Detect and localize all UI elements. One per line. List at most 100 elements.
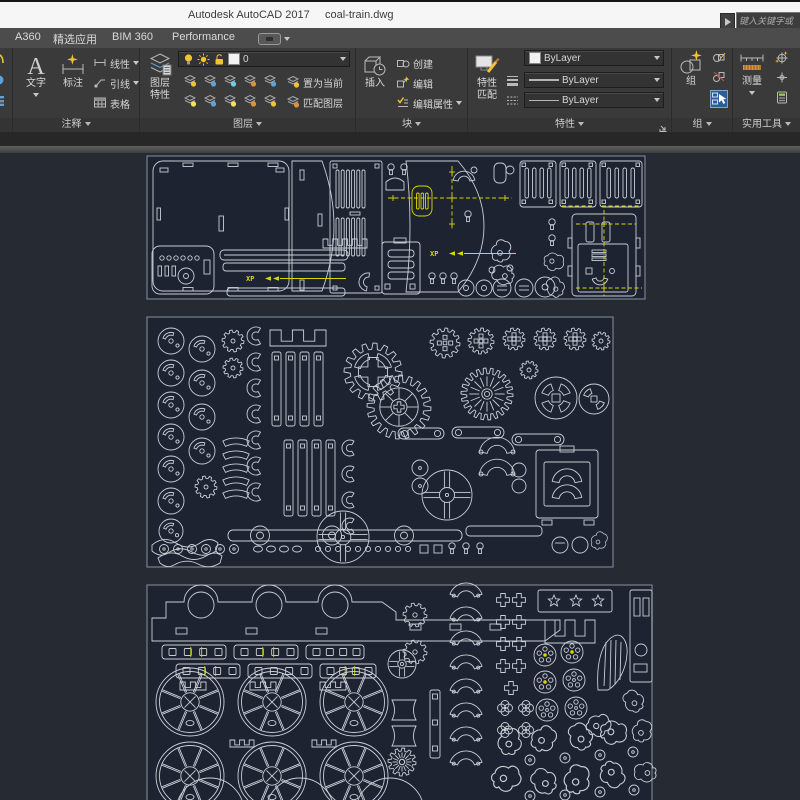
bulb-icon <box>183 53 194 66</box>
title-bar: Autodesk AutoCAD 2017 coal-train.dwg <box>0 0 800 30</box>
group-edit-icon[interactable] <box>712 50 726 64</box>
object-color-dropdown[interactable]: ByLayer <box>524 50 664 66</box>
measure-caret-icon <box>749 91 755 95</box>
layer-freeze-button[interactable] <box>223 74 237 88</box>
tab-performance[interactable]: Performance <box>172 31 235 43</box>
linetype-swatch <box>529 100 559 101</box>
match-layer-label: 匹配图层 <box>303 95 343 110</box>
camera-glyph <box>266 37 273 41</box>
layer-select-dropdown[interactable]: 0 <box>178 51 350 67</box>
leader-button[interactable]: 引线 <box>93 76 139 90</box>
edit-block-icon <box>396 76 410 90</box>
layer-lock-button[interactable] <box>243 74 257 88</box>
set-current-icon <box>286 75 300 89</box>
unlock-icon <box>213 53 225 66</box>
group-panel-label[interactable]: 组 <box>672 118 732 132</box>
tab-bim360[interactable]: BIM 360 <box>112 31 153 43</box>
properties-panel-label[interactable]: 特性 <box>468 118 671 132</box>
layer-prop-label-1: 图层 <box>150 78 170 89</box>
group-panel-caret-icon <box>706 122 712 126</box>
layer-properties-button[interactable]: 图层 特性 <box>142 52 178 102</box>
color-wheel-icon[interactable] <box>506 52 520 66</box>
linetype-icon[interactable] <box>506 94 520 108</box>
edit-attributes-icon <box>396 96 410 110</box>
block-panel-caret-icon <box>415 122 421 126</box>
layer-thaw-button[interactable] <box>223 94 237 108</box>
layer-unisolate-button[interactable] <box>203 94 217 108</box>
layer-off-button[interactable] <box>183 74 197 88</box>
lineweight-dropdown[interactable]: ByLayer <box>524 72 664 88</box>
play-icon <box>725 18 731 26</box>
ungroup-icon[interactable] <box>712 70 726 84</box>
ribbon-tab-bar: A360 精选应用 BIM 360 Performance <box>0 28 800 49</box>
dimension-icon <box>60 52 86 78</box>
table-button[interactable]: 表格 <box>93 96 130 110</box>
layer-unlock-button[interactable] <box>243 94 257 108</box>
layers-panel-label[interactable]: 图层 <box>140 118 355 132</box>
clipped-icon-3 <box>0 94 10 108</box>
panel-layers: 图层 特性 0 置为当前 匹配图层 图层 <box>140 48 356 132</box>
insert-label: 插入 <box>365 78 385 89</box>
edit-block-button[interactable]: 编辑 <box>396 76 433 90</box>
dialog-launcher-icon[interactable] <box>658 120 668 130</box>
match-properties-icon <box>474 52 500 78</box>
tab-featured-apps[interactable]: 精选应用 <box>53 31 97 47</box>
layer-color-swatch <box>228 53 240 65</box>
set-current-button[interactable]: 置为当前 <box>286 75 343 89</box>
linetype-dropdown[interactable]: ByLayer <box>524 92 664 108</box>
layer-walk-button[interactable] <box>263 74 277 88</box>
create-label: 创建 <box>413 56 433 71</box>
match-layer-button[interactable]: 匹配图层 <box>286 95 343 109</box>
annotate-panel-caret-icon <box>85 122 91 126</box>
lineweight-icon[interactable] <box>506 74 520 88</box>
edit-attributes-button[interactable]: 编辑属性 <box>396 96 462 110</box>
panel-group: 组 组 <box>672 48 733 132</box>
measure-button[interactable]: 测量 <box>735 50 769 100</box>
layer-dropdown-caret-icon <box>340 57 346 61</box>
annotate-panel-label[interactable]: 注释 <box>13 118 139 132</box>
camera-badge-icon[interactable] <box>258 33 281 45</box>
layer-prop-label-2: 特性 <box>150 90 170 101</box>
group-button[interactable]: 组 <box>674 50 708 88</box>
linear-button[interactable]: 线性 <box>93 56 139 70</box>
match-props-label-2: 匹配 <box>477 90 497 101</box>
text-tool-button[interactable]: A 文字 <box>19 52 53 102</box>
quick-calc-icon[interactable] <box>775 91 789 105</box>
tab-a360[interactable]: A360 <box>15 31 41 43</box>
canvas-top-strip <box>0 146 800 153</box>
svg-text:XP: XP <box>430 250 438 258</box>
ribbon: A 文字 标注 线性 引线 表格 注释 图层 特性 <box>0 48 800 132</box>
utilities-panel-label[interactable]: 实用工具 <box>733 118 800 132</box>
panel-block: 插入 创建 编辑 编辑属性 块 <box>356 48 468 132</box>
svg-text:XP: XP <box>246 275 254 283</box>
badge-caret-icon[interactable] <box>284 37 290 41</box>
edit-attributes-label: 编辑属性 <box>413 96 453 111</box>
block-panel-label[interactable]: 块 <box>356 118 467 132</box>
group-selection-toggle[interactable] <box>710 90 728 108</box>
panel-clipped-left <box>0 48 13 132</box>
id-point-icon[interactable] <box>775 71 789 85</box>
ribbon-bottom-belt <box>0 132 800 146</box>
clipped-icon-2 <box>0 74 10 88</box>
dimension-button[interactable]: 标注 <box>55 52 91 90</box>
create-block-button[interactable]: 创建 <box>396 56 433 70</box>
panel-annotate: A 文字 标注 线性 引线 表格 注释 <box>13 48 140 132</box>
layer-isolate-button[interactable] <box>203 74 217 88</box>
match-properties-button[interactable]: 特性 匹配 <box>470 52 504 102</box>
linear-label: 线性 <box>110 56 130 71</box>
insert-icon <box>362 52 388 78</box>
layers-icon <box>147 52 173 78</box>
leader-icon <box>93 76 107 90</box>
linear-icon <box>93 56 107 70</box>
point-style-icon[interactable] <box>775 51 789 65</box>
lineweight-swatch <box>529 79 559 81</box>
insert-block-button[interactable]: 插入 <box>359 52 391 90</box>
properties-panel-caret-icon <box>578 122 584 126</box>
dimension-label: 标注 <box>63 78 83 89</box>
layer-on-button[interactable] <box>183 94 197 108</box>
drawing-canvas[interactable]: XP XP <box>0 153 800 800</box>
measure-icon <box>739 50 765 76</box>
panel-properties: 特性 匹配 ByLayer ByLayer ByLayer 特性 <box>468 48 672 132</box>
app-title: Autodesk AutoCAD 2017 <box>188 9 310 21</box>
layer-merge-button[interactable] <box>263 94 277 108</box>
